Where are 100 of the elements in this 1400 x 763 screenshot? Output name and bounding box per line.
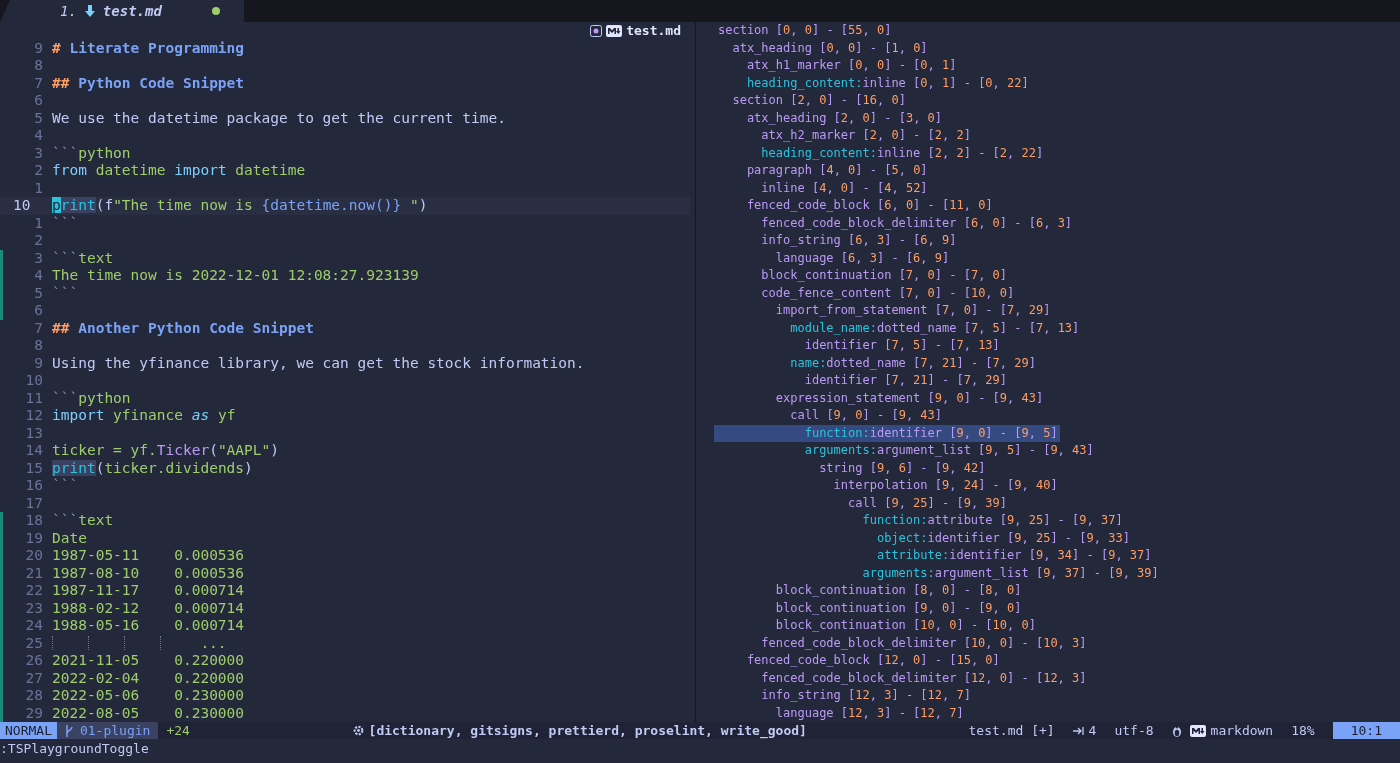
tree-node[interactable]: atx_h2_marker [2, 0] - [2, 2] [718,127,971,145]
tree-node[interactable]: fenced_code_block [12, 0] - [15, 0] [718,652,1000,670]
tree-node[interactable]: section [2, 0] - [16, 0] [718,92,906,110]
code-line: The time now is 2022-12-01 12:08:27.923139 [52,267,419,285]
line-number: 28 [24,687,43,705]
tree-node[interactable]: heading_content:inline [0, 1] - [0, 22] [718,74,1029,92]
line-number: 12 [24,407,43,425]
code-line: ```python [52,389,131,407]
tree-node[interactable]: attribute:identifier [9, 34] - [9, 37] [718,547,1152,565]
line-number: 24 [24,617,43,635]
line-number: 20 [24,547,43,565]
buffer-tab[interactable]: 1. test.md [0,0,244,22]
tree-node[interactable]: fenced_code_block_delimiter [10, 0] - [10, 3] [718,634,1087,652]
mode-indicator: NORMAL [0,722,57,739]
tree-node[interactable]: fenced_code_block_delimiter [12, 0] - [12, 3] [718,669,1087,687]
markdown-icon [606,24,623,37]
line-number: 22 [24,582,43,600]
code-line: ## Another Python Code Snippet [52,319,314,337]
cursor-position: 10:1 [1332,722,1400,739]
tree-node[interactable]: arguments:argument_list [9, 37] - [9, 39] [718,564,1159,582]
code-line: from datetime import datetime [52,162,306,180]
file-type: markdown [1210,723,1274,738]
line-number: 19 [24,529,43,547]
code-line: import yfinance as yf [52,407,236,425]
line-number: 15 [24,459,43,477]
line-number: 26 [24,652,43,670]
tree-node[interactable]: inline [4, 0] - [4, 52] [718,179,928,197]
command-line[interactable]: :TSPlaygroundToggle [0,741,149,756]
tree-node[interactable]: call [9, 25] - [9, 39] [718,494,1008,512]
tree-node[interactable]: call [9, 0] - [9, 43] [718,407,943,425]
tree-node[interactable]: identifier [7, 5] - [7, 13] [718,337,1000,355]
code-line: ```text [52,249,114,267]
tree-node[interactable]: info_string [12, 3] - [12, 7] [718,687,971,705]
tree-node[interactable]: function:attribute [9, 25] - [9, 37] [718,512,1123,530]
line-number: 8 [33,57,43,75]
line-number: 4 [33,267,43,285]
line-number: 9 [33,39,43,57]
code-line: ```text [52,512,114,530]
tree-node[interactable]: block_continuation [9, 0] - [9, 0] [718,599,1022,617]
file-name: test.md [626,23,681,39]
tree-node[interactable]: function:identifier [9, 0] - [9, 5] [714,424,1060,442]
line-number: 1 [33,214,43,232]
tree-node[interactable]: code_fence_content [7, 0] - [10, 0] [718,284,1015,302]
code-line: 2021-11-05 0.220000 [52,652,245,670]
line-number: 10 [24,372,43,390]
line-number: 25 [24,634,43,652]
line-number: 29 [24,704,43,722]
line-number: 5 [33,284,43,302]
tree-node[interactable]: info_string [6, 3] - [6, 9] [718,232,957,250]
code-line: # Literate Programming [52,39,245,57]
diff-count: +24 [166,723,190,738]
tree-node[interactable]: string [9, 6] - [9, 42] [718,459,986,477]
tree-node[interactable]: section [0, 0] - [55, 0] [718,22,892,40]
tree-node[interactable]: import_from_statement [7, 0] - [7, 29] [718,302,1051,320]
code-line: 1987-11-17 0.000714 [52,582,245,600]
code-line: ticker = yf.Ticker("AAPL") [52,442,279,460]
tree-node[interactable]: atx_heading [0, 0] - [1, 0] [718,39,928,57]
line-number: 11 [24,389,43,407]
tree-node[interactable]: expression_statement [9, 0] - [9, 43] [718,389,1044,407]
tree-node[interactable]: language [6, 3] - [6, 9] [718,249,950,267]
indent-size: 4 [1088,723,1097,738]
tree-node[interactable]: heading_content:inline [2, 2] - [2, 22] [718,144,1044,162]
tab-indent-icon [1072,725,1084,736]
tree-node[interactable]: block_continuation [7, 0] - [7, 0] [718,267,1008,285]
gear-icon [351,724,365,737]
tree-node[interactable]: interpolation [9, 24] - [9, 40] [718,477,1058,495]
code-line: ## Python Code Snippet [52,74,245,92]
tree-node[interactable]: atx_h1_marker [0, 0] - [0, 1] [718,57,957,75]
line-number: 27 [24,669,43,687]
line-number: 6 [33,92,43,110]
line-number: 18 [24,512,43,530]
line-number: 9 [33,354,43,372]
tree-node[interactable]: block_continuation [10, 0] - [10, 0] [718,617,1036,635]
code-line: p rint(f"The time now is {datetime.now()} ") [52,197,428,215]
tree-node[interactable]: name:dotted_name [7, 21] - [7, 29] [718,354,1036,372]
tree-node[interactable]: identifier [7, 21] - [7, 29] [718,372,1008,390]
tree-node[interactable]: paragraph [4, 0] - [5, 0] [718,162,928,180]
git-branch[interactable]: 01-plugin [56,722,159,739]
tree-node[interactable]: atx_heading [2, 0] - [3, 0] [718,109,943,127]
tree-node[interactable]: block_continuation [8, 0] - [8, 0] [718,582,1022,600]
tree-node[interactable]: module_name:dotted_name [7, 5] - [7, 13] [718,319,1080,337]
line-number: 10 [12,197,32,215]
branch-icon [64,724,74,737]
code-line: 1987-08-10 0.000536 [52,564,245,582]
scroll-percent: 18% [1291,723,1315,738]
tree-node[interactable]: fenced_code_block [6, 0] - [11, 0] [718,197,993,215]
code-line: 1988-05-16 0.000714 [52,617,245,635]
line-number: 16 [24,477,43,495]
line-number: 7 [33,74,43,92]
code-line: print(ticker.dividends) [52,459,253,477]
tree-node[interactable]: arguments:argument_list [9, 5] - [9, 43] [718,442,1094,460]
code-line: We use the datetime package to get the current time. [52,109,506,127]
line-number: 23 [24,599,43,617]
line-number: 4 [33,127,43,145]
code-line: 1987-05-11 0.000536 [52,547,245,565]
tree-node[interactable]: fenced_code_block_delimiter [6, 0] - [6, 3] [718,214,1073,232]
tree-node[interactable]: language [12, 3] - [12, 7] [718,704,964,722]
code-line: 1988-02-12 0.000714 [52,599,245,617]
line-number: 7 [33,319,43,337]
tree-node[interactable]: object:identifier [9, 25] - [9, 33] [718,529,1130,547]
